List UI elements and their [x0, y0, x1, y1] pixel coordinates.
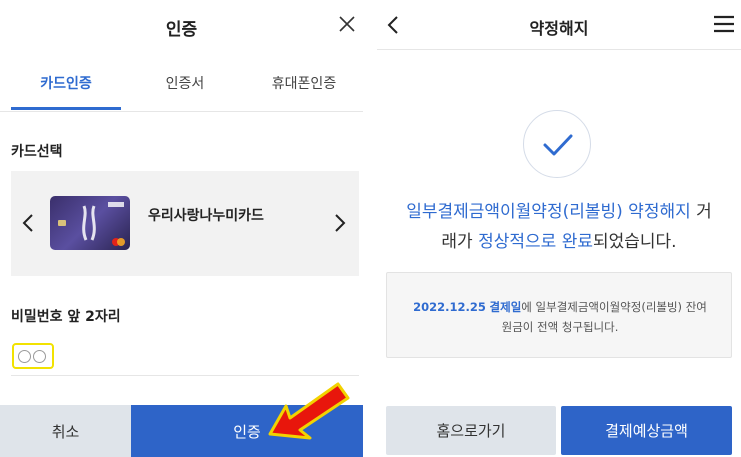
estimated-payment-button[interactable]: 결제예상금액 [561, 406, 732, 455]
auth-header: 인증 [0, 0, 363, 56]
termination-panel: 약정해지 일부결제금액이월약정(리볼빙) 약정해지 거 래가 정상적으로 완료되… [377, 0, 741, 457]
card-name: 우리사랑나누미카드 [148, 208, 264, 224]
password-digit-1 [18, 349, 31, 363]
active-tab-indicator [11, 107, 121, 110]
card-image[interactable] [50, 196, 130, 250]
chevron-right-icon[interactable] [333, 211, 347, 235]
result-message-line1: 일부결제금액이월약정(리볼빙) 약정해지 거 [377, 196, 741, 228]
result-message-highlight: 정상적으로 완료 [478, 232, 593, 252]
panel-gutter [363, 0, 377, 457]
auth-tabs: 카드인증 인증서 휴대폰인증 [0, 56, 363, 112]
password-label: 비밀번호 앞 2자리 [11, 309, 121, 325]
result-message-text: 거 [690, 202, 712, 222]
result-message-line2: 래가 정상적으로 완료되었습니다. [377, 226, 741, 258]
arrow-pointer-icon [268, 382, 350, 440]
password-digit-2 [33, 349, 46, 363]
tab-certificate[interactable]: 인증서 [128, 56, 242, 112]
notice-text: 에 일부결제금액이월약정(리볼빙) 잔여 [521, 300, 707, 314]
termination-title: 약정해지 [529, 19, 589, 38]
result-message-highlight: 일부결제금액이월약정(리볼빙) 약정해지 [406, 202, 691, 222]
result-message-text: 래가 [441, 232, 479, 252]
result-message-text: 되었습니다. [592, 232, 677, 252]
auth-title: 인증 [165, 20, 198, 40]
close-icon[interactable] [335, 12, 359, 36]
notice-highlight: 결제일 [489, 300, 522, 314]
success-check-icon [523, 110, 591, 178]
notice-box: 2022.12.25 결제일에 일부결제금액이월약정(리볼빙) 잔여 원금이 전… [386, 272, 732, 358]
notice-date: 2022.12.25 [413, 300, 486, 314]
card-select-label: 카드선택 [11, 144, 63, 160]
notice-line1: 2022.12.25 결제일에 일부결제금액이월약정(리볼빙) 잔여 [387, 297, 733, 317]
termination-header: 약정해지 [377, 0, 741, 50]
menu-icon[interactable] [713, 14, 735, 34]
notice-line2: 원금이 전액 청구됩니다. [501, 320, 619, 334]
card-selector: 우리사랑나누미카드 [11, 171, 359, 276]
tab-phone-auth[interactable]: 휴대폰인증 [248, 56, 360, 112]
auth-panel: 인증 카드인증 인증서 휴대폰인증 카드선택 우리사랑나누미카드 비밀번호 앞 … [0, 0, 363, 457]
chevron-left-icon[interactable] [21, 211, 35, 235]
cancel-button[interactable]: 취소 [0, 405, 131, 457]
password-input[interactable] [12, 343, 54, 369]
tab-card-auth[interactable]: 카드인증 [11, 56, 121, 112]
home-button[interactable]: 홈으로가기 [386, 406, 556, 455]
